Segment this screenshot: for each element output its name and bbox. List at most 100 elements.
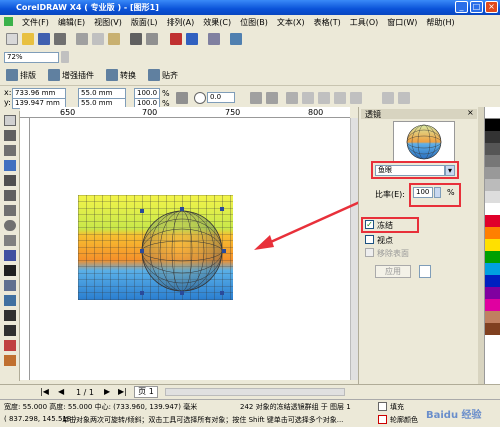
smart-fill-icon[interactable] xyxy=(4,190,16,201)
enhance-plugin-button[interactable]: 增强插件 xyxy=(62,70,94,81)
text-tool-icon[interactable] xyxy=(4,265,16,276)
trim-icon[interactable] xyxy=(318,92,330,104)
print-icon[interactable] xyxy=(54,33,66,45)
next-page-icon[interactable]: ▶ xyxy=(104,387,110,396)
menu-table[interactable]: 表格(T) xyxy=(314,17,341,28)
apply-button[interactable]: 应用 xyxy=(375,265,411,278)
intersect-icon[interactable] xyxy=(334,92,346,104)
menu-effects[interactable]: 效果(C) xyxy=(203,17,231,28)
fisheye-lens-circle[interactable] xyxy=(141,210,223,292)
menu-file[interactable]: 文件(F) xyxy=(22,17,49,28)
swatch[interactable] xyxy=(485,323,500,335)
swatch[interactable] xyxy=(485,299,500,311)
swatch[interactable] xyxy=(485,263,500,275)
ellipse-tool-icon[interactable] xyxy=(4,220,16,231)
back-minus-front-icon[interactable] xyxy=(398,92,410,104)
menu-view[interactable]: 视图(V) xyxy=(94,17,122,28)
interactive-blend-icon[interactable] xyxy=(4,295,16,306)
rectangle-tool-icon[interactable] xyxy=(4,205,16,216)
mirror-horizontal-icon[interactable] xyxy=(250,92,262,104)
new-icon[interactable] xyxy=(6,33,18,45)
eyedropper-tool-icon[interactable] xyxy=(4,310,16,321)
swatch[interactable] xyxy=(485,287,500,299)
paste-icon[interactable] xyxy=(108,33,120,45)
swatch[interactable] xyxy=(485,119,500,131)
interactive-fill-icon[interactable] xyxy=(4,355,16,366)
viewpoint-checkbox[interactable] xyxy=(365,235,374,244)
swatch[interactable] xyxy=(485,143,500,155)
rate-spinner-icon[interactable] xyxy=(434,187,441,198)
horizontal-scrollbar[interactable] xyxy=(165,388,345,396)
menu-tools[interactable]: 工具(O) xyxy=(350,17,379,28)
lock-ratio-icon[interactable] xyxy=(176,92,188,104)
mirror-vertical-icon[interactable] xyxy=(266,92,278,104)
rate-input[interactable]: 100 xyxy=(413,187,433,198)
page-tab[interactable]: 页 1 xyxy=(134,386,158,398)
minimize-button[interactable]: _ xyxy=(455,1,468,13)
docker-close-icon[interactable]: × xyxy=(467,108,474,117)
crop-tool-icon[interactable] xyxy=(4,145,16,156)
swatch[interactable] xyxy=(485,251,500,263)
zoom-tool-icon[interactable] xyxy=(4,160,16,171)
front-minus-back-icon[interactable] xyxy=(382,92,394,104)
welcome-screen-icon[interactable] xyxy=(230,33,242,45)
cut-icon[interactable] xyxy=(76,33,88,45)
swatch[interactable] xyxy=(485,191,500,203)
fill-swatch-icon[interactable] xyxy=(378,402,387,411)
menu-bitmaps[interactable]: 位图(B) xyxy=(240,17,268,28)
rotation-input[interactable]: 0.0 xyxy=(207,92,235,103)
copy-icon[interactable] xyxy=(92,33,104,45)
shape-tool-icon[interactable] xyxy=(4,130,16,141)
polygon-tool-icon[interactable] xyxy=(4,235,16,246)
swatch[interactable] xyxy=(485,215,500,227)
zoom-level-input[interactable]: 72% xyxy=(4,51,59,63)
outline-tool-icon[interactable] xyxy=(4,325,16,336)
lens-artwork[interactable] xyxy=(78,195,233,300)
import-icon[interactable] xyxy=(170,33,182,45)
lens-type-select[interactable]: 鱼眼 xyxy=(375,165,445,176)
save-icon[interactable] xyxy=(38,33,50,45)
redo-icon[interactable] xyxy=(146,33,158,45)
outline-swatch-icon[interactable] xyxy=(378,415,387,424)
menu-text[interactable]: 文本(X) xyxy=(277,17,305,28)
remove-face-checkbox[interactable] xyxy=(365,248,374,257)
convert-button[interactable]: 转换 xyxy=(120,70,136,81)
swatch[interactable] xyxy=(485,131,500,143)
open-icon[interactable] xyxy=(22,33,34,45)
weld-icon[interactable] xyxy=(302,92,314,104)
lens-type-dropdown-icon[interactable]: ▾ xyxy=(445,165,455,176)
application-launcher-icon[interactable] xyxy=(208,33,220,45)
menu-help[interactable]: 帮助(H) xyxy=(426,17,454,28)
menu-arrange[interactable]: 排列(A) xyxy=(167,17,195,28)
zoom-dropdown-icon[interactable] xyxy=(61,51,69,63)
freeze-checkbox[interactable]: ✓ xyxy=(365,220,374,229)
freehand-tool-icon[interactable] xyxy=(4,175,16,186)
menu-window[interactable]: 窗口(W) xyxy=(387,17,417,28)
previous-page-icon[interactable]: ◀ xyxy=(58,387,64,396)
swatch[interactable] xyxy=(485,311,500,323)
swatch[interactable] xyxy=(485,203,500,215)
first-page-icon[interactable]: |◀ xyxy=(40,387,49,396)
swatch[interactable] xyxy=(485,275,500,287)
close-button[interactable]: × xyxy=(485,1,498,13)
last-page-icon[interactable]: ▶| xyxy=(118,387,127,396)
simplify-icon[interactable] xyxy=(350,92,362,104)
align-icon[interactable] xyxy=(286,92,298,104)
menu-edit[interactable]: 编辑(E) xyxy=(58,17,85,28)
table-tool-icon[interactable] xyxy=(4,280,16,291)
fill-tool-icon[interactable] xyxy=(4,340,16,351)
snap-button[interactable]: 贴齐 xyxy=(162,70,178,81)
no-color-swatch[interactable] xyxy=(485,107,500,119)
undo-icon[interactable] xyxy=(130,33,142,45)
layout-button[interactable]: 排版 xyxy=(20,70,36,81)
swatch[interactable] xyxy=(485,227,500,239)
maximize-button[interactable]: □ xyxy=(470,1,483,13)
basic-shapes-icon[interactable] xyxy=(4,250,16,261)
swatch[interactable] xyxy=(485,155,500,167)
swatch[interactable] xyxy=(485,239,500,251)
lock-icon[interactable] xyxy=(419,265,431,278)
pick-tool-icon[interactable] xyxy=(4,115,16,126)
swatch[interactable] xyxy=(485,179,500,191)
export-icon[interactable] xyxy=(186,33,198,45)
menu-layout[interactable]: 版面(L) xyxy=(131,17,158,28)
